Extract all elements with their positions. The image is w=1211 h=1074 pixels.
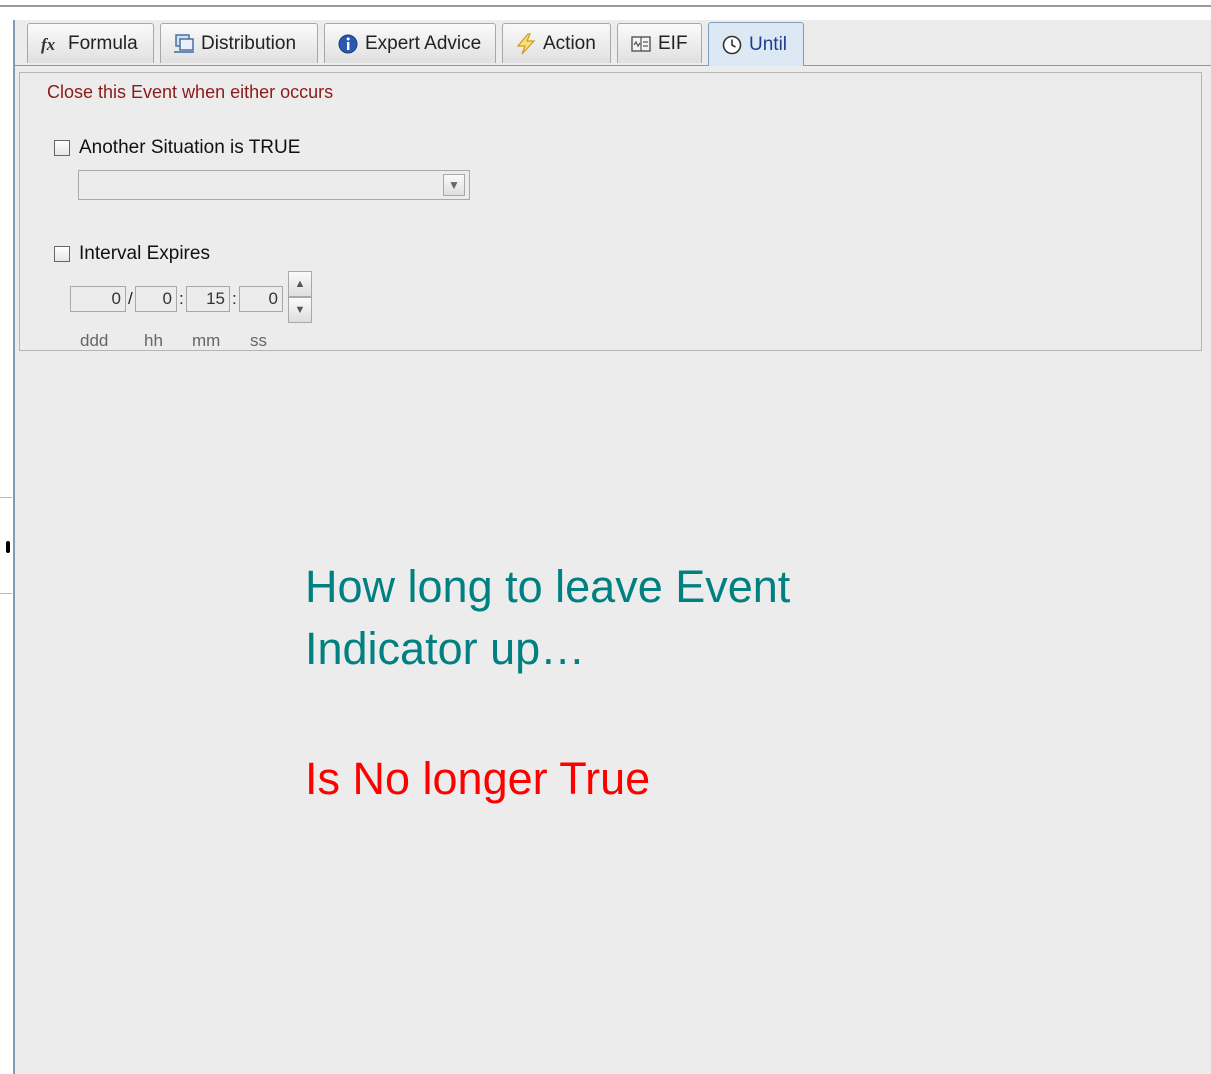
chevron-down-icon: ▼: [294, 304, 306, 316]
minutes-unit-label: mm: [192, 331, 221, 350]
tab-distribution[interactable]: Distribution: [160, 23, 318, 63]
left-divider: [0, 497, 12, 498]
time-separator: :: [232, 289, 237, 308]
seconds-field[interactable]: 0: [239, 286, 283, 312]
left-divider: [0, 593, 12, 594]
hours-unit-label: hh: [144, 331, 163, 350]
seconds-unit-label: ss: [250, 331, 267, 350]
fx-icon: fx: [40, 33, 62, 55]
days-field[interactable]: 0: [70, 286, 126, 312]
tab-eif[interactable]: EIF: [617, 23, 702, 63]
group-title: Close this Event when either occurs: [44, 81, 337, 103]
top-divider: [0, 5, 1211, 7]
dropdown-arrow-button[interactable]: ▼: [443, 174, 465, 196]
eif-icon: [630, 33, 652, 55]
another-situation-checkbox[interactable]: [54, 140, 70, 156]
chevron-up-icon: ▲: [294, 278, 306, 290]
clock-icon: [721, 34, 743, 56]
tab-label: EIF: [658, 32, 688, 54]
tab-action[interactable]: Action: [502, 23, 611, 63]
tab-label: Action: [543, 32, 596, 54]
tab-formula[interactable]: fx Formula: [27, 23, 154, 63]
tab-expert-advice[interactable]: Expert Advice: [324, 23, 496, 63]
tab-label: Expert Advice: [365, 32, 482, 54]
spin-down-button[interactable]: ▼: [288, 297, 312, 323]
annotation-line-2: Indicator up…: [305, 623, 586, 674]
minutes-field[interactable]: 15: [186, 286, 230, 312]
interval-expires-checkbox[interactable]: [54, 246, 70, 262]
tab-strip: fx Formula Distribution Expert Advice Ac…: [15, 20, 1211, 66]
day-separator: /: [128, 289, 133, 308]
another-situation-label: Another Situation is TRUE: [79, 137, 301, 158]
situation-select[interactable]: ▼: [78, 170, 470, 200]
time-separator: :: [179, 289, 184, 308]
annotation-line-3: Is No longer True: [305, 753, 651, 804]
interval-spinner: ▲ ▼: [288, 271, 312, 323]
hours-field[interactable]: 0: [135, 286, 177, 312]
tab-baseline: [15, 65, 1211, 66]
interval-expires-label: Interval Expires: [79, 243, 210, 264]
lightning-icon: [515, 32, 537, 55]
annotation-line-1: How long to leave Event: [305, 561, 791, 612]
tab-label: Until: [749, 33, 788, 55]
distribution-icon: [173, 33, 195, 55]
days-unit-label: ddd: [80, 331, 109, 350]
svg-text:fx: fx: [41, 35, 56, 54]
tab-until[interactable]: Until: [708, 22, 804, 66]
tab-label: Formula: [68, 32, 138, 54]
chevron-down-icon: ▼: [448, 178, 460, 192]
info-icon: [337, 33, 359, 55]
tab-label: Distribution: [201, 32, 297, 54]
splitter-handle[interactable]: [6, 541, 10, 553]
spin-up-button[interactable]: ▲: [288, 271, 312, 297]
